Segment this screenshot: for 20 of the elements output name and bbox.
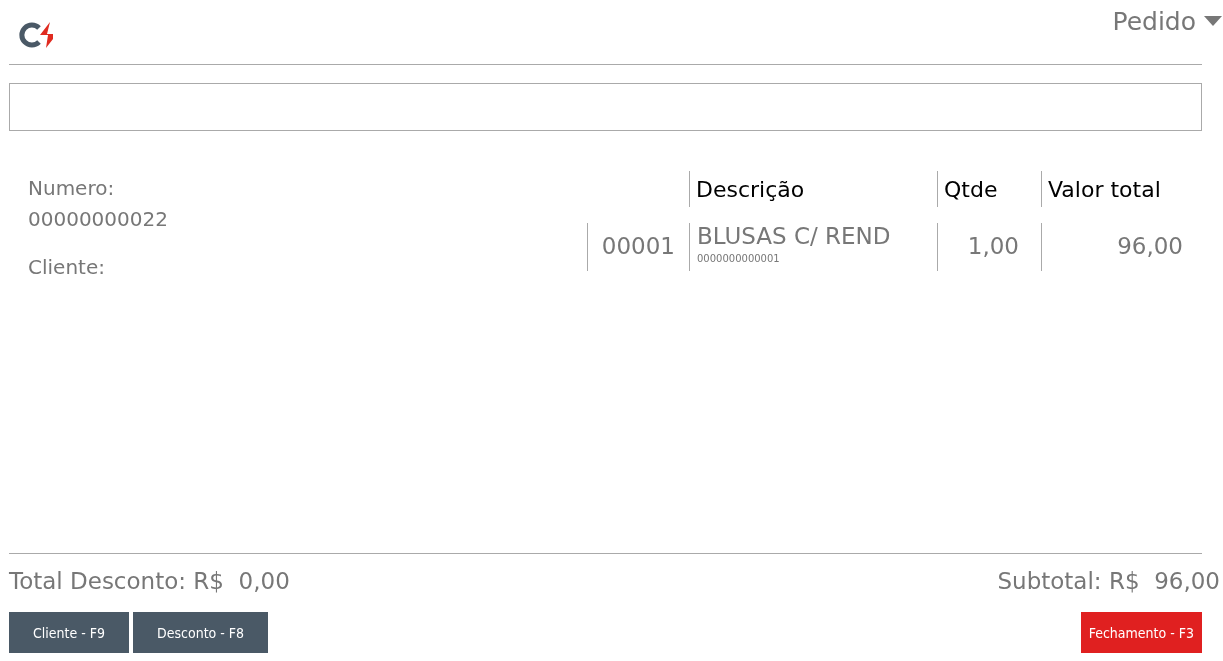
action-button[interactable]: Cliente - F9	[9, 612, 130, 653]
subtotal: Subtotal: R$ 96,00	[997, 568, 1220, 594]
column-header: Qtde	[937, 171, 1041, 207]
order-menu-button[interactable]: Pedido	[1112, 6, 1222, 36]
client-label: Cliente:	[28, 254, 106, 281]
logo-icon	[19, 22, 53, 48]
column-header: Descrição	[689, 171, 937, 207]
item-code: 00001	[587, 223, 689, 271]
action-button[interactable]: Desconto - F8	[133, 612, 269, 653]
number-label: Numero:	[28, 175, 116, 202]
item-quantity: 1,00	[937, 223, 1041, 271]
item-barcode: 0000000000001	[697, 253, 781, 264]
order-number: 00000000022	[28, 206, 168, 233]
caret-icon	[1204, 16, 1222, 26]
search-field[interactable]	[9, 83, 1202, 131]
column-header: Valor total	[1041, 171, 1191, 207]
item-total: 96,00	[1041, 223, 1191, 271]
item-description: BLUSAS C/ REND	[697, 223, 892, 249]
discount-total: Total Desconto: R$ 0,00	[9, 568, 290, 594]
action-button[interactable]: Fechamento - F3	[1080, 612, 1202, 653]
